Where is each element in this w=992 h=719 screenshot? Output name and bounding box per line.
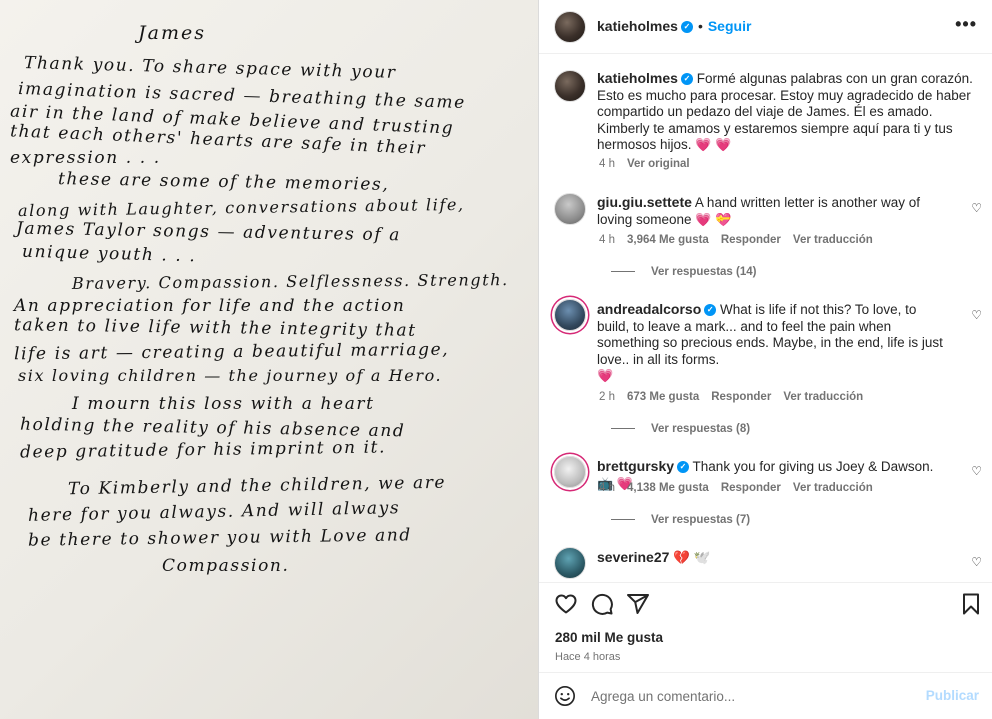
translate-button[interactable]: Ver traducción xyxy=(783,391,863,403)
comment-composer: Publicar xyxy=(539,672,992,719)
post-time: Hace 4 horas xyxy=(555,651,621,663)
follow-button[interactable]: Seguir xyxy=(708,18,752,34)
letter-line: unique youth . . . xyxy=(21,241,197,267)
publish-button[interactable]: Publicar xyxy=(926,688,979,703)
comment: severine27 💔 🕊️ xyxy=(597,549,947,567)
caption-time: 4 h xyxy=(599,158,615,170)
comment-bubble-icon[interactable] xyxy=(590,592,614,616)
comment: giu.giu.settete A hand written letter is… xyxy=(597,194,947,228)
reply-button[interactable]: Responder xyxy=(721,234,781,246)
letter-line: taken to live life with the integrity th… xyxy=(13,315,417,341)
view-replies-button[interactable]: Ver respuestas (8) xyxy=(611,423,750,435)
comment-username[interactable]: andreadalcorso xyxy=(597,301,701,317)
avatar[interactable] xyxy=(554,11,586,43)
comment-username[interactable]: severine27 xyxy=(597,549,669,565)
caption: katieholmes ✓ Formé algunas palabras con … xyxy=(597,70,977,154)
avatar[interactable] xyxy=(554,547,586,579)
letter-line: six loving children — the journey of a H… xyxy=(18,366,443,385)
letter-line: I mourn this loss with a heart xyxy=(72,394,375,414)
letter-line: along with Laughter, conversations about… xyxy=(17,194,465,221)
see-original-link[interactable]: Ver original xyxy=(627,158,690,170)
translate-button[interactable]: Ver traducción xyxy=(793,234,873,246)
like-comment-heart-icon[interactable]: ♡ xyxy=(971,308,982,322)
comment-meta: 4 h 3,964 Me gusta Responder Ver traducción xyxy=(599,234,885,246)
letter-line: life is art — creating a beautiful marri… xyxy=(13,339,450,365)
translate-button[interactable]: Ver traducción xyxy=(793,482,873,494)
comment-likes[interactable]: 3,964 Me gusta xyxy=(627,234,709,246)
reply-button[interactable]: Responder xyxy=(721,482,781,494)
comment-meta: 2 h 673 Me gusta Responder Ver traducción xyxy=(599,391,875,403)
comment-time: 4 h xyxy=(599,234,615,246)
like-comment-heart-icon[interactable]: ♡ xyxy=(971,201,982,215)
letter-line: be there to shower you with Love and xyxy=(27,525,412,551)
comment-username[interactable]: brettgursky xyxy=(597,458,674,474)
post-header: katieholmes ✓ • Seguir ••• xyxy=(539,0,992,54)
more-options-icon[interactable]: ••• xyxy=(955,14,977,35)
letter-line: expression . . . xyxy=(10,148,161,168)
letter-line: deep gratitude for his imprint on it. xyxy=(19,437,387,463)
letter-line: here for you always. And will always xyxy=(27,498,401,526)
letter-line: Thank you. To share space with your xyxy=(23,53,397,83)
verified-badge-icon: ✓ xyxy=(680,73,693,86)
heart-emoji-icon: 💗 💝 xyxy=(695,211,732,227)
comments-scroll-area[interactable]: katieholmes ✓ Formé algunas palabras con … xyxy=(539,55,992,582)
comment-time: 4 h xyxy=(599,482,615,494)
letter-line: An appreciation for life and the action xyxy=(14,296,406,316)
avatar[interactable] xyxy=(554,456,586,488)
avatar[interactable] xyxy=(554,70,586,102)
share-paper-plane-icon[interactable] xyxy=(626,592,650,616)
letter-line: these are some of the memories, xyxy=(57,169,390,195)
letter-line: James Taylor songs — adventures of a xyxy=(15,218,402,246)
letter-line: To Kimberly and the children, we are xyxy=(67,472,447,500)
comment-input[interactable] xyxy=(591,685,911,707)
username-link[interactable]: katieholmes xyxy=(597,18,678,34)
likes-count[interactable]: 280 mil Me gusta xyxy=(555,630,663,645)
view-replies-button[interactable]: Ver respuestas (7) xyxy=(611,514,750,526)
heart-emoji-icon: 💗 💗 xyxy=(695,137,732,152)
like-comment-heart-icon[interactable]: ♡ xyxy=(971,464,982,478)
verified-badge-icon: ✓ xyxy=(704,304,717,317)
verified-badge-icon: ✓ xyxy=(680,20,693,33)
letter-line: James xyxy=(138,22,206,44)
reply-button[interactable]: Responder xyxy=(711,391,771,403)
comment-likes[interactable]: 4,138 Me gusta xyxy=(627,482,709,494)
header-user: katieholmes ✓ • Seguir xyxy=(597,18,751,36)
action-bar: 280 mil Me gusta Hace 4 horas xyxy=(539,582,992,672)
emoji-picker-icon[interactable] xyxy=(554,685,576,707)
view-replies-button[interactable]: Ver respuestas (14) xyxy=(611,266,756,278)
avatar[interactable] xyxy=(554,193,586,225)
heart-emoji-icon: 💗 xyxy=(597,368,614,383)
like-comment-heart-icon[interactable]: ♡ xyxy=(971,555,982,569)
caption-username[interactable]: katieholmes xyxy=(597,70,678,86)
comment-meta: 4 h 4,138 Me gusta Responder Ver traducción xyxy=(599,482,885,494)
comment: andreadalcorso ✓ What is life if not this… xyxy=(597,301,947,385)
comment-username[interactable]: giu.giu.settete xyxy=(597,194,692,210)
save-bookmark-icon[interactable] xyxy=(959,592,983,616)
post-image-letter[interactable]: James Thank you. To share space with you… xyxy=(0,0,538,719)
comment-time: 2 h xyxy=(599,391,615,403)
letter-line: Compassion. xyxy=(162,556,290,576)
avatar[interactable] xyxy=(554,299,586,331)
separator-dot: • xyxy=(697,18,703,34)
broken-heart-dove-emoji-icon: 💔 🕊️ xyxy=(673,550,711,565)
comment-likes[interactable]: 673 Me gusta xyxy=(627,391,699,403)
post-panel: katieholmes ✓ • Seguir ••• katieholmes ✓ For… xyxy=(538,0,992,719)
like-heart-icon[interactable] xyxy=(554,592,578,616)
verified-badge-icon: ✓ xyxy=(677,461,690,474)
caption-meta: 4 h Ver original xyxy=(599,158,690,170)
letter-line: Bravery. Compassion. Selflessness. Stren… xyxy=(71,270,509,293)
comment-text: Thank you for giving us Joey & Dawson. xyxy=(692,459,934,474)
